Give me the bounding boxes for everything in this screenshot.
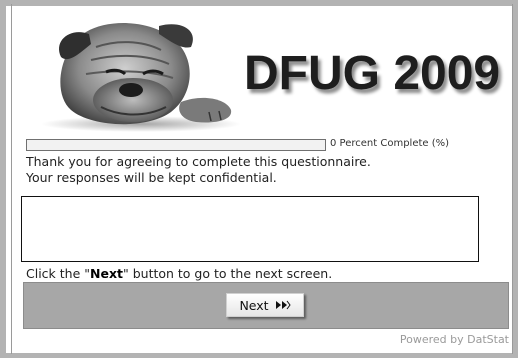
next-button[interactable]: Next [226,293,304,317]
survey-banner: DFUG 2009 [26,12,512,134]
double-chevron-right-icon [275,300,291,310]
response-textbox[interactable] [21,196,479,262]
instructions-suffix: " button to go to the next screen. [122,266,333,281]
progress-bar [26,139,326,151]
next-instructions: Click the "Next" button to go to the nex… [26,266,496,281]
navigation-bar: Next [23,282,509,329]
next-button-label: Next [239,297,269,313]
powered-by: Powered by DatStat [399,333,509,346]
instructions-bold: Next [90,266,123,281]
intro-text: Thank you for agreeing to complete this … [26,154,496,186]
survey-title: DFUG 2009 [244,47,501,100]
instructions-prefix: Click the " [26,266,90,281]
intro-line-2: Your responses will be kept confidential… [26,170,277,185]
dog-image [41,23,241,132]
progress-label: 0 Percent Complete (%) [330,138,450,149]
intro-line-1: Thank you for agreeing to complete this … [26,154,371,169]
